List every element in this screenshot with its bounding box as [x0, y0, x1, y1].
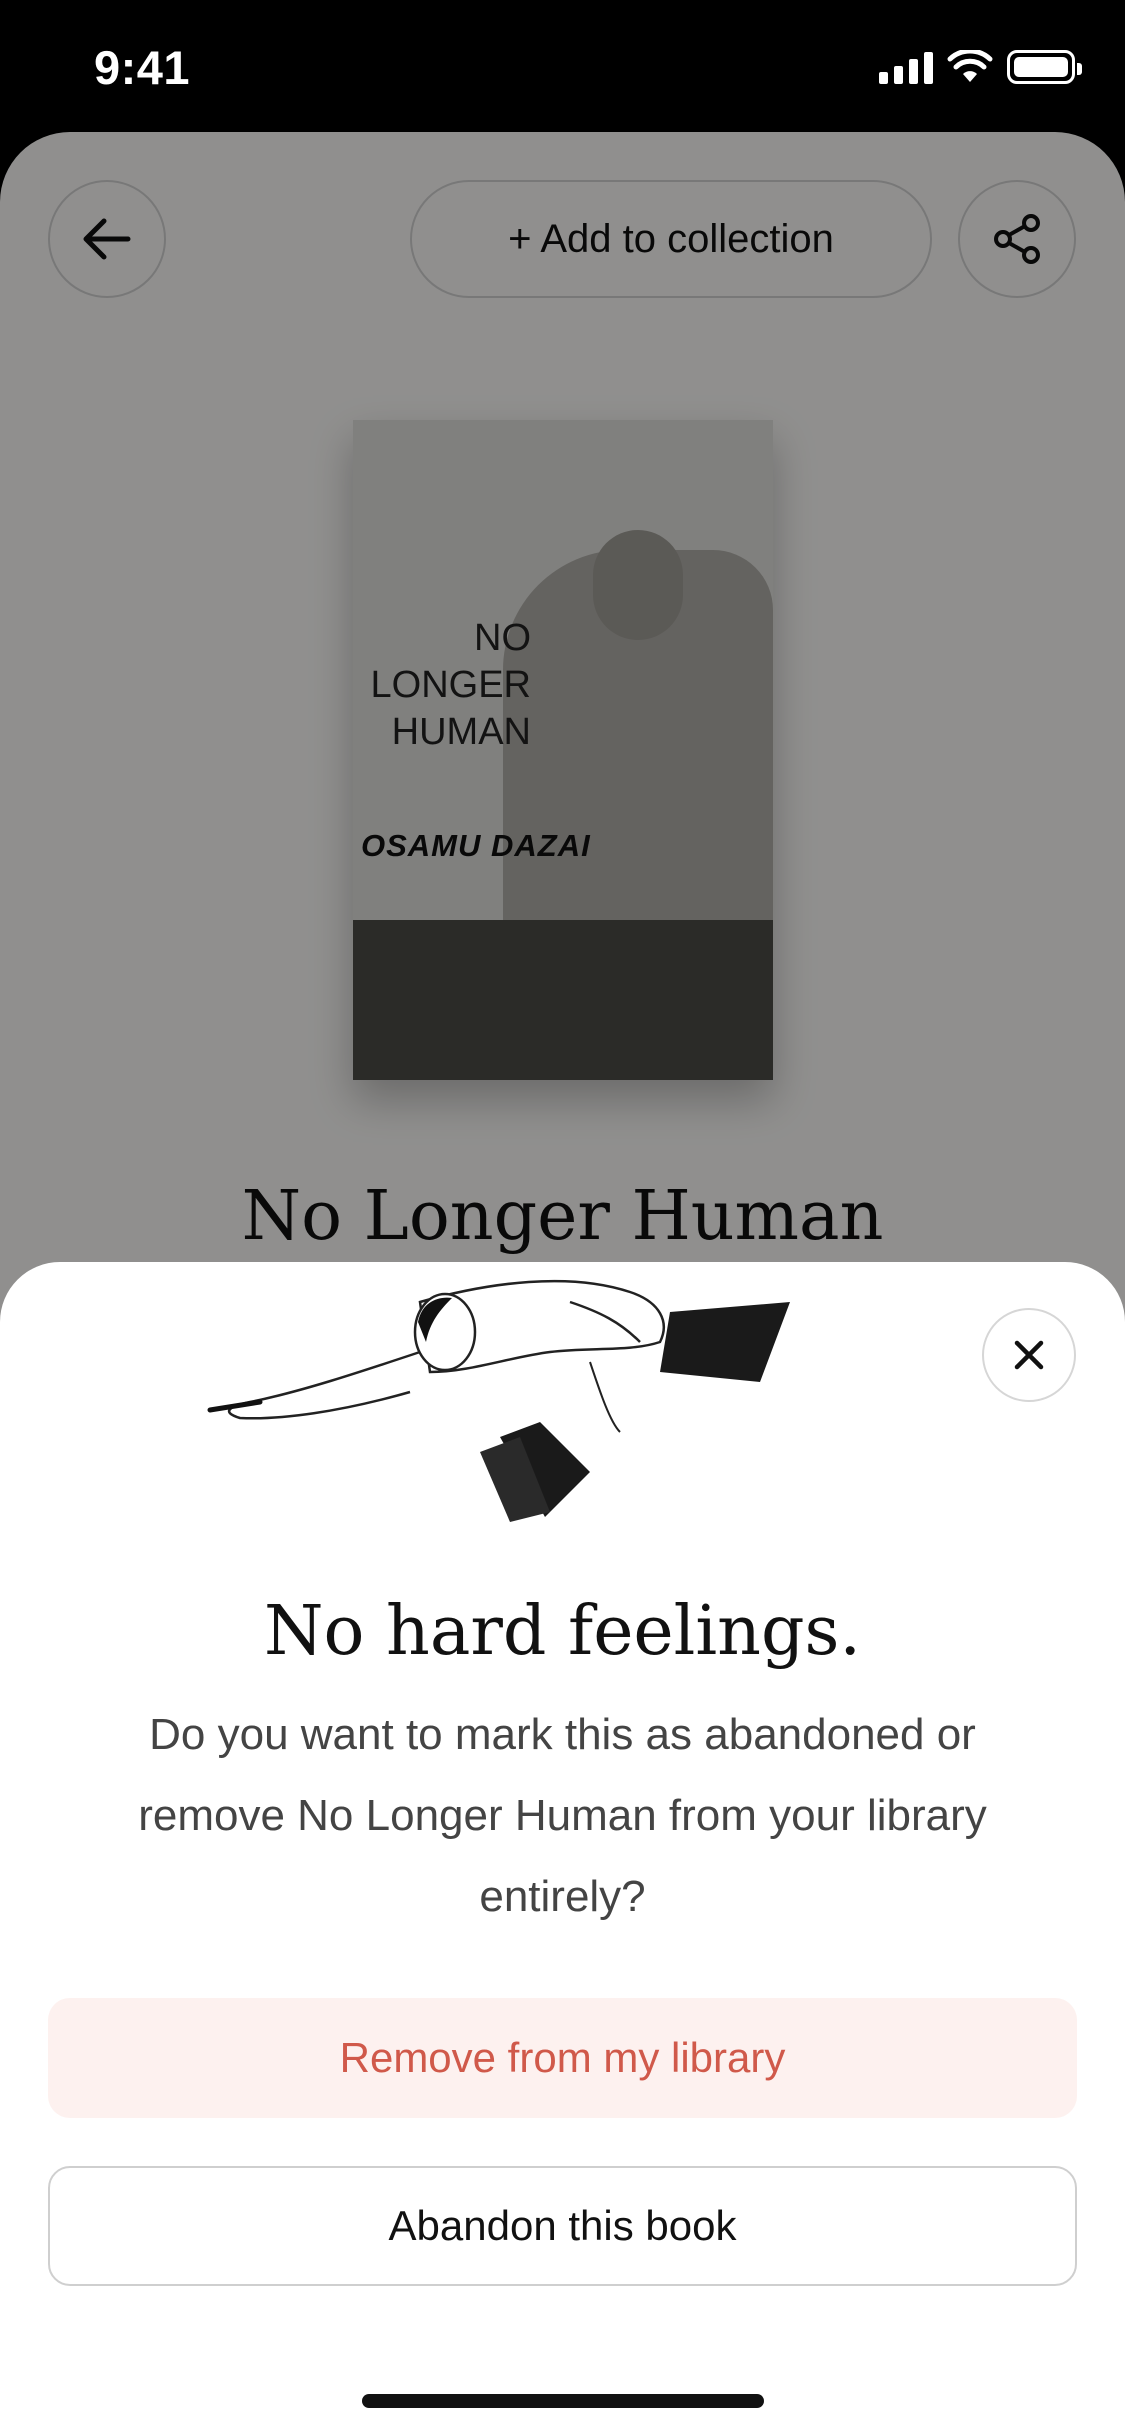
cellular-signal-icon [879, 50, 933, 84]
status-bar: 9:41 [0, 0, 1125, 132]
abandon-book-button[interactable]: Abandon this book [48, 2166, 1077, 2286]
close-button[interactable] [982, 1308, 1076, 1402]
status-icons [879, 50, 1082, 84]
status-time: 9:41 [94, 41, 191, 94]
remove-from-library-button[interactable]: Remove from my library [48, 1998, 1077, 2118]
sheet-body-text: Do you want to mark this as abandoned or… [138, 1710, 987, 1921]
bottom-sheet: No hard feelings. Do you want to mark th… [0, 1262, 1125, 2436]
reclining-figure-illustration [207, 1279, 790, 1522]
home-indicator[interactable] [362, 2394, 764, 2408]
screen: 9:41 + Add to collection NO LONGER HUMAN… [0, 0, 1125, 2436]
sheet-heading: No hard feelings. [263, 1592, 862, 1671]
wifi-icon [947, 50, 993, 82]
battery-icon [1007, 50, 1082, 84]
close-icon [1014, 1340, 1044, 1370]
